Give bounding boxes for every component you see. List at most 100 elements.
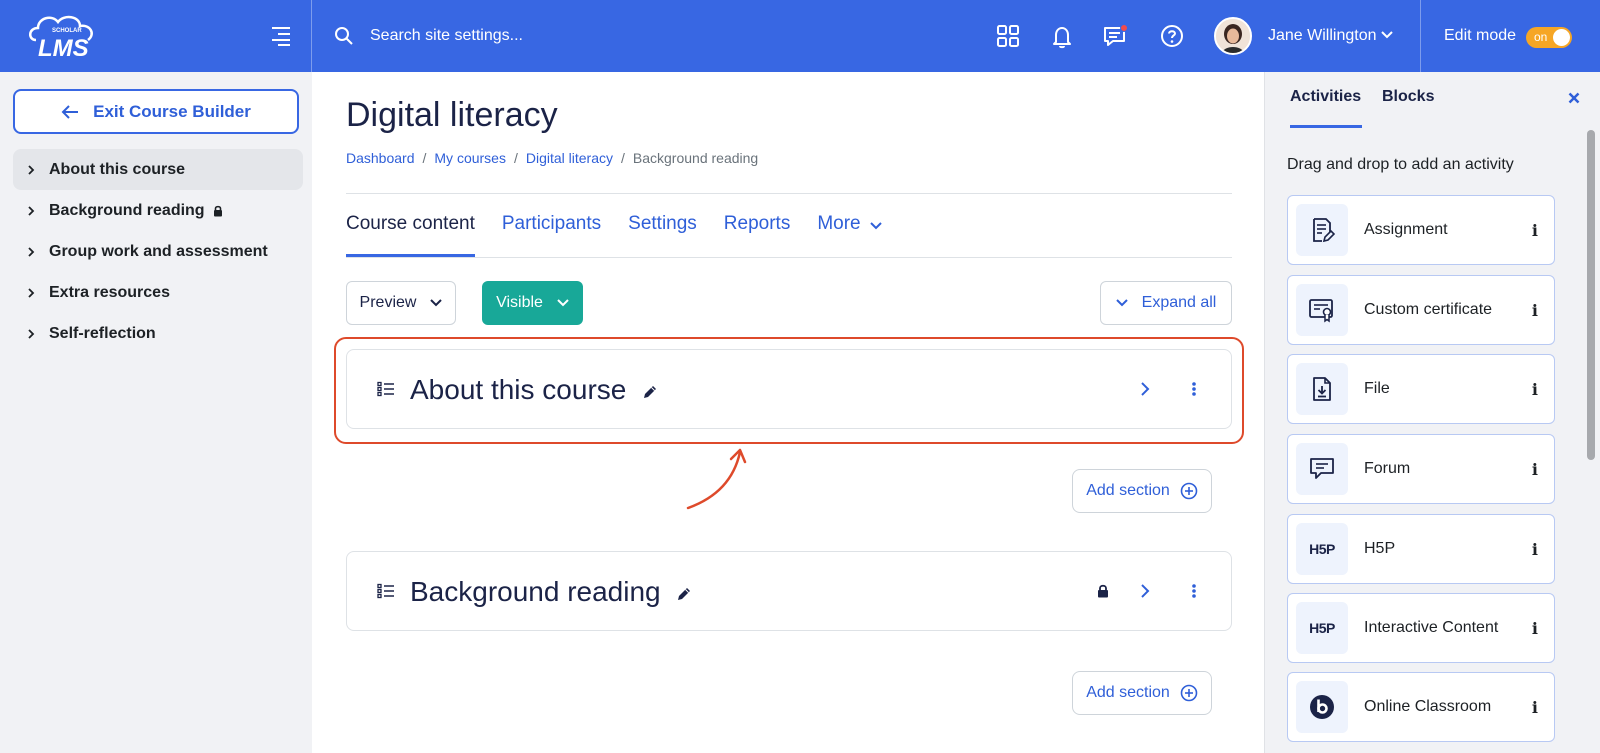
sidebar-item-about-this-course[interactable]: About this course <box>13 149 303 190</box>
course-index-sidebar: Exit Course Builder About this course Ba… <box>0 72 312 753</box>
activity-card-file[interactable]: File i <box>1287 354 1555 424</box>
breadcrumb-dashboard[interactable]: Dashboard <box>346 150 415 166</box>
exit-course-builder-button[interactable]: Exit Course Builder <box>13 89 299 134</box>
list-icon[interactable] <box>377 583 395 599</box>
breadcrumb-my-courses[interactable]: My courses <box>434 150 506 166</box>
sidebar-item-group-work-and-assessment[interactable]: Group work and assessment <box>13 231 303 272</box>
page-title: Digital literacy <box>346 96 558 134</box>
kebab-menu-icon[interactable] <box>1191 583 1197 599</box>
breadcrumb: Dashboard / My courses / Digital literac… <box>346 150 758 166</box>
preview-dropdown-button[interactable]: Preview <box>346 281 456 325</box>
chevron-right-icon[interactable] <box>1139 583 1151 599</box>
toggle-state-text: on <box>1534 30 1548 44</box>
chevron-right-icon[interactable] <box>27 246 35 258</box>
info-icon[interactable]: i <box>1532 460 1538 479</box>
active-tab-indicator <box>1290 125 1362 128</box>
info-icon[interactable]: i <box>1532 619 1538 638</box>
activity-card-custom-certificate[interactable]: Custom certificate i <box>1287 275 1555 345</box>
tab-reports[interactable]: Reports <box>724 209 791 257</box>
activity-icon-box: H5P <box>1296 602 1348 654</box>
chevron-down-icon[interactable] <box>1380 30 1394 40</box>
activity-card-assignment[interactable]: Assignment i <box>1287 195 1555 265</box>
top-navbar: SCHOLAR LMS Search site settings... Jane… <box>0 0 1600 72</box>
info-icon[interactable]: i <box>1532 301 1538 320</box>
chevron-down-icon <box>1115 299 1128 307</box>
search-icon <box>335 27 353 45</box>
tab-more[interactable]: More <box>817 209 882 257</box>
sidebar-item-self-reflection[interactable]: Self-reflection <box>13 313 303 354</box>
activity-icon-box: H5P <box>1296 523 1348 575</box>
info-icon[interactable]: i <box>1532 540 1538 559</box>
avatar-portrait <box>1216 19 1250 53</box>
drawer-scrollbar[interactable] <box>1587 130 1595 460</box>
chevron-down-icon <box>430 299 443 307</box>
info-icon[interactable]: i <box>1532 380 1538 399</box>
sidebar-item-extra-resources[interactable]: Extra resources <box>13 272 303 313</box>
expand-all-label: Expand all <box>1141 294 1217 311</box>
menu-toggle-icon[interactable] <box>268 26 292 46</box>
tab-settings[interactable]: Settings <box>628 209 697 257</box>
chevron-right-icon[interactable] <box>27 328 35 340</box>
activity-name: Assignment <box>1364 221 1448 238</box>
activity-card-interactive-content[interactable]: H5P Interactive Content i <box>1287 593 1555 663</box>
bigbluebutton-icon <box>1310 695 1334 719</box>
activity-card-online-classroom[interactable]: Online Classroom i <box>1287 672 1555 742</box>
chevron-right-icon[interactable] <box>27 205 35 217</box>
chevron-down-icon <box>557 299 569 307</box>
user-name[interactable]: Jane Willington <box>1268 27 1377 45</box>
breadcrumb-separator: / <box>513 150 518 166</box>
lock-icon <box>1098 584 1108 598</box>
tab-blocks[interactable]: Blocks <box>1382 88 1434 106</box>
logo-text: LMS <box>38 35 89 62</box>
tab-course-content[interactable]: Course content <box>346 209 475 257</box>
file-icon <box>1313 377 1331 401</box>
visibility-dropdown-button[interactable]: Visible <box>482 281 583 325</box>
tab-more-label: More <box>817 213 861 234</box>
activity-chooser-drawer: Activities Blocks Drag and drop to add a… <box>1264 72 1600 753</box>
topbar-divider <box>1420 0 1421 72</box>
search-input[interactable] <box>370 27 710 45</box>
pencil-icon[interactable] <box>676 586 692 602</box>
close-icon[interactable] <box>1568 92 1580 104</box>
chevron-right-icon[interactable] <box>27 287 35 299</box>
info-icon[interactable]: i <box>1532 221 1538 240</box>
add-section-button[interactable]: Add section <box>1072 469 1212 513</box>
plus-circle-icon <box>1180 482 1198 500</box>
activity-card-h5p[interactable]: H5P H5P i <box>1287 514 1555 584</box>
toggle-knob <box>1553 29 1570 46</box>
divider <box>346 257 1232 258</box>
section-title-text: Background reading <box>410 576 661 607</box>
activity-card-forum[interactable]: Forum i <box>1287 434 1555 504</box>
chevron-right-icon[interactable] <box>27 164 35 176</box>
sidebar-item-label: Group work and assessment <box>49 242 268 260</box>
bell-icon[interactable] <box>1048 22 1076 50</box>
expand-all-button[interactable]: Expand all <box>1100 281 1232 325</box>
course-section-card[interactable]: Background reading <box>346 551 1232 631</box>
activity-icon-box <box>1296 204 1348 256</box>
main-content: Digital literacy Dashboard / My courses … <box>312 72 1264 753</box>
scholar-lms-logo[interactable]: SCHOLAR LMS <box>26 12 110 62</box>
sidebar-item-label: Extra resources <box>49 283 170 301</box>
h5p-icon: H5P <box>1309 541 1335 557</box>
add-section-button[interactable]: Add section <box>1072 671 1212 715</box>
apps-grid-icon[interactable] <box>994 22 1022 50</box>
chevron-down-icon <box>869 222 882 230</box>
info-icon[interactable]: i <box>1532 698 1538 717</box>
help-icon[interactable] <box>1158 22 1186 50</box>
tab-participants[interactable]: Participants <box>502 209 601 257</box>
tab-activities[interactable]: Activities <box>1290 88 1361 106</box>
lock-icon <box>213 205 222 216</box>
activity-name: Custom certificate <box>1364 301 1493 318</box>
annotation-arrow-icon <box>686 448 747 510</box>
sidebar-item-background-reading[interactable]: Background reading <box>13 190 303 231</box>
arrow-left-icon <box>61 104 79 119</box>
user-avatar[interactable] <box>1214 17 1252 55</box>
sidebar-item-label: Self-reflection <box>49 324 156 342</box>
breadcrumb-digital-literacy[interactable]: Digital literacy <box>526 150 613 166</box>
edit-mode-label: Edit mode <box>1444 27 1517 44</box>
highlight-annotation <box>334 337 1244 444</box>
breadcrumb-current: Background reading <box>632 150 759 166</box>
add-section-label: Add section <box>1086 684 1170 701</box>
edit-mode-toggle[interactable]: on <box>1526 27 1572 48</box>
h5p-icon: H5P <box>1309 620 1335 636</box>
